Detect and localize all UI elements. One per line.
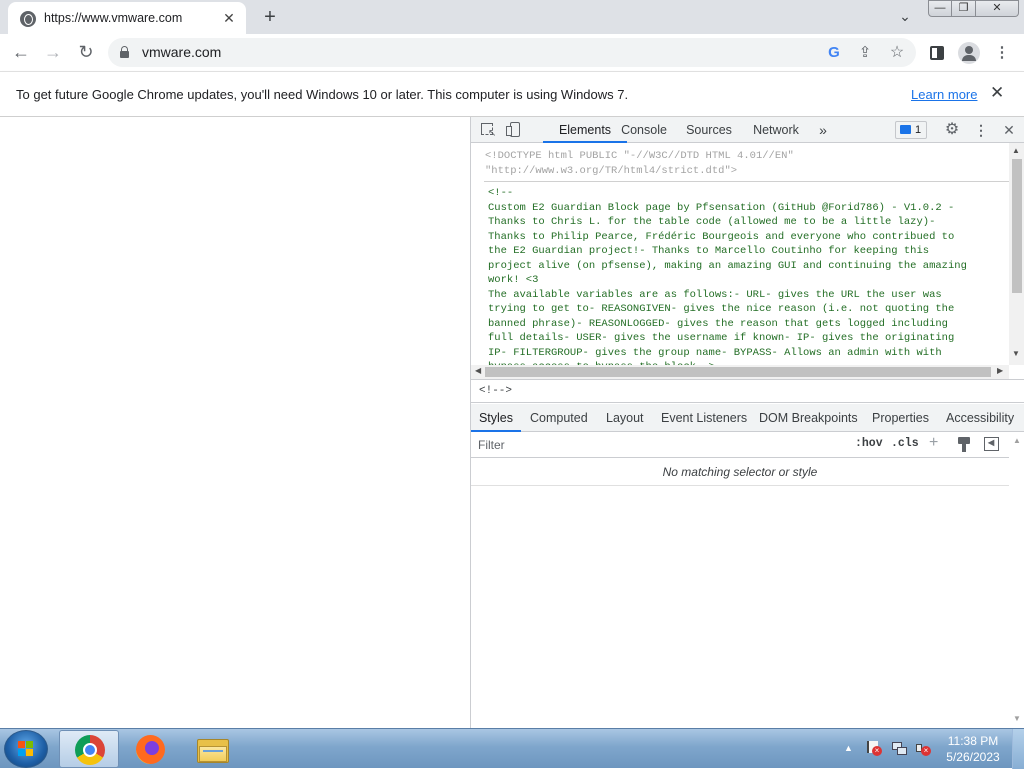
no-match-message: No matching selector or style <box>471 458 1009 486</box>
system-clock[interactable]: 11:38 PM 5/26/2023 <box>938 733 1008 765</box>
share-icon[interactable]: ⇪ <box>855 43 875 63</box>
scroll-up-arrow-icon[interactable]: ▲ <box>1012 146 1020 155</box>
scroll-right-arrow-icon[interactable]: ▶ <box>997 366 1003 375</box>
show-hidden-icons-arrow[interactable]: ▲ <box>844 743 853 753</box>
tab-computed[interactable]: Computed <box>530 404 588 432</box>
folder-icon <box>197 737 229 763</box>
minimize-button[interactable]: — <box>928 0 952 17</box>
page-viewport <box>0 117 470 728</box>
bookmark-star-icon[interactable]: ☆ <box>887 43 907 63</box>
styles-filter-input[interactable] <box>474 435 846 455</box>
clock-time: 11:38 PM <box>947 734 999 748</box>
inspect-element-icon[interactable]: ↖ <box>480 121 498 139</box>
toggle-sidebar-icon[interactable]: ◀ <box>984 437 999 451</box>
start-button[interactable] <box>4 730 48 768</box>
tab-properties[interactable]: Properties <box>872 404 929 432</box>
forward-button[interactable]: → <box>41 41 65 65</box>
scroll-up-arrow-icon[interactable]: ▲ <box>1013 436 1021 445</box>
scrollbar-thumb[interactable] <box>485 367 991 377</box>
devtools-close-icon[interactable]: ✕ <box>1000 121 1018 139</box>
taskbar-firefox[interactable] <box>121 730 181 768</box>
dom-tree: <!DOCTYPE html PUBLIC "-//W3C//DTD HTML … <box>471 143 1024 365</box>
action-center-flag-icon[interactable]: × <box>866 740 882 756</box>
devtools-menu-icon[interactable]: ⋮ <box>972 121 990 139</box>
tab-sources[interactable]: Sources <box>681 117 737 143</box>
devtools-panel: ↖ Elements Console Sources Network » 1 ⚙… <box>470 117 1024 728</box>
issues-count: 1 <box>915 124 922 136</box>
google-lens-icon[interactable]: G <box>824 43 844 63</box>
comment-node[interactable]: <!-- Custom E2 Guardian Block page by Pf… <box>488 186 1008 365</box>
tab-console[interactable]: Console <box>616 117 672 143</box>
breadcrumb-item[interactable]: <!--> <box>479 385 512 397</box>
browser-toolbar: ← → ↻ vmware.com G ⇪ ☆ ⋮ <box>0 34 1024 71</box>
update-infobar: To get future Google Chrome updates, you… <box>0 71 1024 117</box>
doctype-node[interactable]: <!DOCTYPE html PUBLIC "-//W3C//DTD HTML … <box>485 149 1005 178</box>
breadcrumb: <!--> <box>471 379 1024 403</box>
tab-title: https://www.vmware.com <box>44 11 183 25</box>
devtools-tabbar: ↖ Elements Console Sources Network » 1 ⚙… <box>471 117 1024 143</box>
comment-node-box: <!-- Custom E2 Guardian Block page by Pf… <box>484 181 1011 365</box>
scroll-down-arrow-icon[interactable]: ▼ <box>1012 349 1020 358</box>
taskbar-chrome[interactable] <box>59 730 119 768</box>
class-toggle-button[interactable]: .cls <box>891 437 919 450</box>
more-tabs-icon[interactable]: » <box>815 117 831 143</box>
settings-gear-icon[interactable]: ⚙ <box>943 121 961 139</box>
issues-badge[interactable]: 1 <box>895 121 927 139</box>
taskbar-explorer[interactable] <box>183 730 243 768</box>
tab-styles[interactable]: Styles <box>471 404 521 432</box>
windows-flag-icon <box>18 741 34 757</box>
address-bar[interactable]: vmware.com G ⇪ ☆ <box>108 38 916 67</box>
scrollbar-thumb[interactable] <box>1012 159 1022 293</box>
network-icon[interactable] <box>891 740 907 756</box>
tab-accessibility[interactable]: Accessibility <box>946 404 1014 432</box>
volume-muted-icon[interactable]: × <box>915 740 931 756</box>
window-close-button[interactable]: ✕ <box>975 0 1019 17</box>
learn-more-link[interactable]: Learn more <box>911 87 977 102</box>
chrome-icon <box>75 735 105 765</box>
clock-date: 5/26/2023 <box>946 750 1000 764</box>
tab-strip: https://www.vmware.com ✕ + ⌄ — ❐ ✕ <box>0 0 1024 34</box>
chrome-menu-icon[interactable]: ⋮ <box>990 41 1014 65</box>
infobar-message: To get future Google Chrome updates, you… <box>16 87 629 102</box>
tab-layout[interactable]: Layout <box>606 404 644 432</box>
show-desktop-button[interactable] <box>1012 729 1024 769</box>
paint-brush-icon[interactable] <box>957 436 971 452</box>
windows-taskbar: ▲ × × 11:38 PM 5/26/2023 <box>0 728 1024 769</box>
back-button[interactable]: ← <box>9 41 33 65</box>
lock-icon[interactable] <box>120 46 129 58</box>
dom-vertical-scrollbar[interactable]: ▲ ▼ <box>1009 143 1024 365</box>
styles-filter-bar: :hov .cls + ◀ <box>471 432 1024 458</box>
dom-horizontal-scrollbar[interactable]: ◀ ▶ <box>471 365 1009 379</box>
tab-dom-breakpoints[interactable]: DOM Breakpoints <box>759 404 858 432</box>
reload-button[interactable]: ↻ <box>74 41 98 65</box>
tab-search-icon[interactable]: ⌄ <box>896 8 914 26</box>
new-tab-button[interactable]: + <box>258 6 282 30</box>
tab-elements[interactable]: Elements <box>543 117 627 143</box>
firefox-icon <box>136 735 165 764</box>
infobar-close-icon[interactable]: ✕ <box>990 83 1004 103</box>
scroll-left-arrow-icon[interactable]: ◀ <box>475 366 481 375</box>
maximize-button[interactable]: ❐ <box>951 0 976 17</box>
scroll-down-arrow-icon[interactable]: ▼ <box>1013 714 1021 723</box>
tab-close-icon[interactable]: ✕ <box>220 9 238 27</box>
tab-network[interactable]: Network <box>749 117 803 143</box>
profile-avatar-icon[interactable] <box>957 41 981 65</box>
side-panel-icon[interactable] <box>925 41 949 65</box>
hover-state-button[interactable]: :hov <box>855 437 883 450</box>
tab-event-listeners[interactable]: Event Listeners <box>661 404 747 432</box>
address-url[interactable]: vmware.com <box>142 44 221 60</box>
new-rule-button[interactable]: + <box>929 434 938 452</box>
styles-scrollbar[interactable]: ▲ ▼ <box>1009 432 1024 728</box>
message-icon <box>900 125 911 134</box>
device-toolbar-icon[interactable] <box>505 121 523 139</box>
styles-pane-tabs: Styles Computed Layout Event Listeners D… <box>471 404 1024 432</box>
globe-icon <box>20 11 36 27</box>
browser-tab[interactable]: https://www.vmware.com ✕ <box>8 2 246 34</box>
